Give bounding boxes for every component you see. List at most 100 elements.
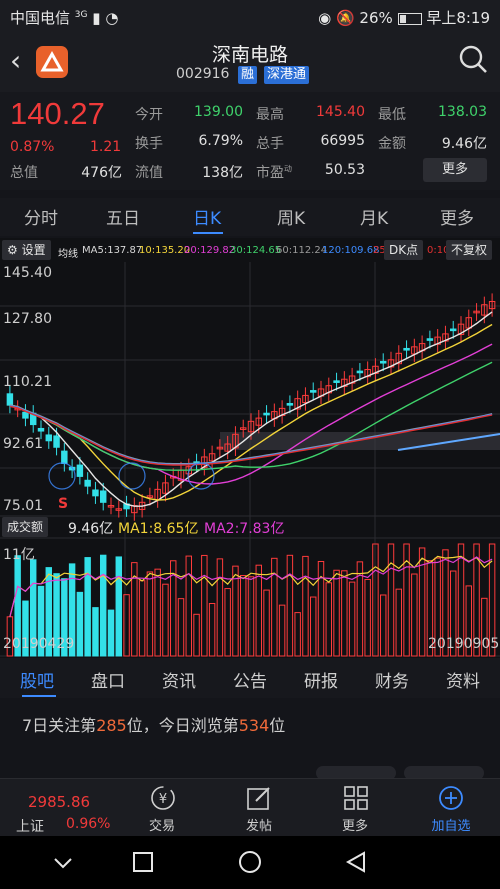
recent-apps-icon[interactable] bbox=[132, 851, 154, 873]
tab-daily-k[interactable]: 日K bbox=[193, 204, 221, 229]
volume-bar bbox=[201, 554, 208, 657]
market-cap-label: 总值 bbox=[10, 165, 38, 181]
amount-value: 9.46亿 bbox=[441, 136, 487, 152]
ma30-value: 30:124.65 bbox=[230, 245, 282, 256]
dk-point-button[interactable]: DK点 bbox=[384, 240, 424, 260]
sell-signal-label: S bbox=[58, 496, 69, 512]
add-watchlist-button[interactable]: 加自选 bbox=[416, 779, 486, 836]
volume-bar bbox=[325, 582, 332, 657]
tab-research[interactable]: 研报 bbox=[304, 667, 338, 692]
candle-body bbox=[263, 412, 270, 416]
index-name: 上证 bbox=[16, 819, 44, 835]
status-bar: 中国电信 3G ▮ ◔ ◉ 🔕 26% 早上8:19 bbox=[0, 0, 500, 34]
ma-line bbox=[9, 311, 493, 507]
ma60-value: 60:112.24 bbox=[276, 245, 328, 256]
tab-five-day[interactable]: 五日 bbox=[106, 204, 140, 229]
grid-icon bbox=[344, 786, 368, 810]
follow-rank: 285 bbox=[96, 716, 127, 735]
eye-icon: ◉ bbox=[318, 9, 332, 27]
back-triangle-icon[interactable] bbox=[344, 850, 368, 874]
candle-body bbox=[310, 390, 317, 393]
pe-superscript: 动 bbox=[284, 164, 292, 174]
volume-ma2: MA2:7.83亿 bbox=[204, 521, 285, 537]
tab-news[interactable]: 资讯 bbox=[162, 667, 196, 692]
price-axis-label: 75.01 bbox=[3, 498, 44, 514]
tab-forum[interactable]: 股吧 bbox=[20, 667, 54, 692]
home-icon[interactable] bbox=[238, 850, 262, 874]
rank-middle: 位，今日浏览第 bbox=[126, 716, 239, 735]
price-axis-label: 92.61 bbox=[3, 436, 44, 452]
volume-total: 9.46亿 bbox=[68, 521, 114, 537]
edit-icon bbox=[247, 787, 270, 810]
volume-bar bbox=[302, 555, 309, 657]
ma120-value: 120:109.68 bbox=[322, 245, 380, 256]
volume-bar bbox=[208, 602, 216, 657]
volume-bar bbox=[263, 589, 270, 657]
index-ticker[interactable]: 2985.86 上证 0.96% bbox=[0, 779, 116, 836]
tab-intraday[interactable]: 分时 bbox=[24, 204, 58, 229]
candle-body bbox=[286, 403, 294, 406]
high-label: 最高 bbox=[256, 107, 284, 123]
adjust-button[interactable]: 不复权 bbox=[446, 240, 493, 260]
candle-body bbox=[45, 434, 53, 442]
chevron-down-icon[interactable] bbox=[52, 852, 74, 874]
candle-body bbox=[333, 380, 340, 383]
signal-icon: ▮ bbox=[92, 9, 101, 27]
tab-order-book[interactable]: 盘口 bbox=[91, 667, 125, 692]
low-value: 138.03 bbox=[438, 104, 487, 120]
active-info-tab-indicator bbox=[22, 695, 56, 697]
chart-settings-button[interactable]: ⚙ 设置 bbox=[2, 240, 51, 260]
more-quote-button[interactable]: 更多 bbox=[423, 158, 487, 182]
stock-code: 002916 bbox=[176, 66, 230, 82]
active-tab-indicator bbox=[193, 232, 223, 234]
volume-bar bbox=[348, 581, 356, 657]
stock-connect-tag: 深港通 bbox=[264, 66, 310, 84]
volume-max-label: 11亿 bbox=[3, 547, 35, 563]
period-tabs: 分时 五日 日K 周K 月K 更多 bbox=[0, 198, 500, 236]
rank-suffix: 位 bbox=[269, 716, 286, 735]
candle-body bbox=[100, 490, 107, 503]
tab-announcements[interactable]: 公告 bbox=[233, 667, 267, 692]
tab-more[interactable]: 更多 bbox=[440, 204, 474, 229]
volume-bar bbox=[387, 543, 395, 657]
volume-bar bbox=[317, 560, 325, 657]
partially-hidden-strip bbox=[0, 756, 500, 780]
low-label: 最低 bbox=[378, 107, 406, 123]
more-button[interactable]: 更多 bbox=[320, 779, 390, 836]
candle-body bbox=[450, 328, 457, 332]
candle-body bbox=[22, 411, 29, 419]
high-value: 145.40 bbox=[316, 104, 365, 120]
volume-bar bbox=[380, 594, 387, 657]
tab-monthly-k[interactable]: 月K bbox=[360, 204, 388, 229]
carrier-label: 中国电信 bbox=[10, 9, 71, 27]
candle-body bbox=[84, 479, 91, 487]
open-value: 139.00 bbox=[194, 104, 243, 120]
candle-body bbox=[356, 370, 364, 374]
tab-profile[interactable]: 资料 bbox=[446, 667, 480, 692]
battery-icon bbox=[397, 12, 422, 25]
volume-bar bbox=[138, 580, 146, 657]
volume-indicator-button[interactable]: 成交额 bbox=[2, 517, 49, 537]
volume-bar bbox=[411, 573, 418, 657]
volume-bar bbox=[146, 571, 154, 657]
volume-bar bbox=[185, 555, 193, 657]
system-navigation-bar bbox=[0, 836, 500, 889]
volume-bar bbox=[193, 613, 200, 657]
pe-label: 市盈动 bbox=[256, 164, 292, 181]
kline-chart[interactable]: ⚙ 设置 均线 MA5:137.87 10:135.20 20:129.82 3… bbox=[0, 238, 500, 658]
post-button[interactable]: 发帖 bbox=[224, 779, 294, 836]
volume-value: 66995 bbox=[320, 133, 365, 149]
index-change: 0.96% bbox=[66, 816, 111, 832]
volume-ma1: MA1:8.65亿 bbox=[118, 521, 199, 537]
trade-button[interactable]: ¥ 交易 bbox=[127, 779, 197, 836]
volume-bar bbox=[100, 554, 107, 657]
search-icon[interactable] bbox=[458, 44, 488, 78]
tab-financials[interactable]: 财务 bbox=[375, 667, 409, 692]
price-axis-label: 110.21 bbox=[3, 374, 52, 390]
volume-bar bbox=[286, 554, 294, 657]
info-tabs: 股吧 盘口 资讯 公告 研报 财务 资料 bbox=[0, 658, 500, 698]
change-percent: 0.87% bbox=[10, 139, 55, 155]
volume-bar bbox=[84, 557, 91, 657]
tab-weekly-k[interactable]: 周K bbox=[277, 204, 305, 229]
candle-body bbox=[403, 347, 410, 351]
